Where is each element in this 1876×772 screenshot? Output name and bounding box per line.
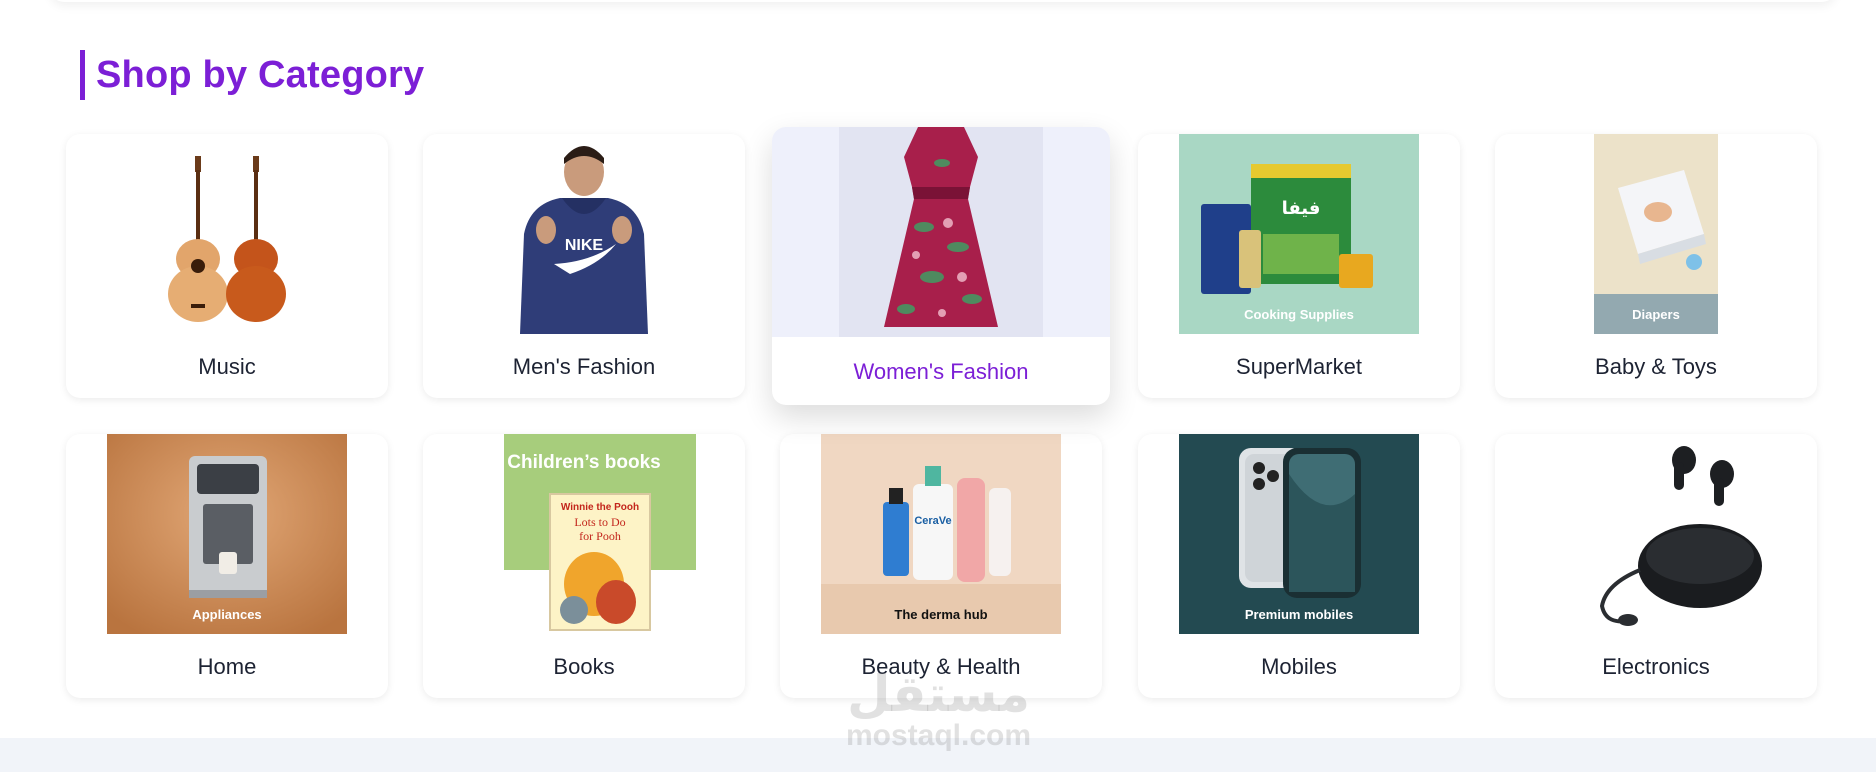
svg-text:Lots to Do: Lots to Do bbox=[574, 515, 625, 529]
thumb-caption: Diapers bbox=[1632, 307, 1680, 322]
category-label: Baby & Toys bbox=[1595, 354, 1717, 379]
mens-fashion-image: NIKE bbox=[510, 134, 658, 334]
category-card-mens-fashion[interactable]: NIKE Men's Fashion bbox=[423, 134, 745, 398]
mobiles-image: Premium mobiles bbox=[1179, 434, 1419, 634]
baby-toys-image: Diapers bbox=[1594, 134, 1718, 334]
watermark-latin: mostaql.com bbox=[845, 719, 1032, 752]
category-label: SuperMarket bbox=[1236, 354, 1362, 379]
category-label: Men's Fashion bbox=[512, 354, 656, 379]
svg-text:فيفا: فيفا bbox=[1282, 198, 1321, 219]
thumb-caption: The derma hub bbox=[894, 607, 988, 622]
svg-text:NIKE: NIKE bbox=[565, 237, 604, 254]
category-card-baby-toys[interactable]: Diapers Baby & Toys bbox=[1495, 134, 1817, 398]
book-brand: Winnie the Pooh bbox=[561, 502, 639, 513]
beauty-health-image: CeraVe The derma hub bbox=[821, 434, 1061, 634]
category-label: Home bbox=[197, 654, 257, 679]
thumb-caption: Appliances bbox=[192, 607, 262, 622]
category-grid: Music NIKE Men's Fashion Women's Fashion… bbox=[0, 0, 1876, 740]
category-card-electronics[interactable]: Electronics bbox=[1495, 434, 1817, 698]
electronics-image bbox=[1536, 434, 1776, 634]
thumb-caption: Cooking Supplies bbox=[1244, 307, 1354, 322]
category-label: Mobiles bbox=[1261, 654, 1337, 679]
books-image: Winnie the Pooh Lots to Do for Pooh Chil… bbox=[464, 434, 704, 634]
home-image: Appliances bbox=[107, 434, 347, 634]
thumb-caption: Premium mobiles bbox=[1244, 607, 1354, 622]
category-label: Music bbox=[198, 354, 256, 379]
category-card-womens-fashion[interactable]: Women's Fashion bbox=[772, 127, 1110, 405]
category-card-music[interactable]: Music bbox=[66, 134, 388, 398]
category-card-supermarket[interactable]: فيفا Cooking Supplies SuperMarket bbox=[1138, 134, 1460, 398]
supermarket-image: فيفا Cooking Supplies bbox=[1179, 134, 1419, 334]
category-card-beauty-health[interactable]: CeraVe The derma hub Beauty & Health bbox=[780, 434, 1102, 698]
watermark-arabic: مستقل bbox=[847, 665, 1030, 723]
category-label: Electronics bbox=[1602, 654, 1710, 679]
category-label: Books bbox=[553, 654, 615, 679]
svg-text:CeraVe: CeraVe bbox=[914, 515, 951, 527]
category-card-books[interactable]: Winnie the Pooh Lots to Do for Pooh Chil… bbox=[423, 434, 745, 698]
watermark: مستقل mostaql.com bbox=[836, 668, 1041, 752]
category-label: Women's Fashion bbox=[853, 359, 1029, 384]
category-card-home[interactable]: Appliances Home bbox=[66, 434, 388, 698]
music-image bbox=[107, 134, 347, 334]
thumb-caption: Children’s books bbox=[507, 452, 661, 473]
womens-fashion-image bbox=[772, 127, 1110, 337]
svg-text:for Pooh: for Pooh bbox=[579, 529, 621, 543]
category-card-mobiles[interactable]: Premium mobiles Mobiles bbox=[1138, 434, 1460, 698]
